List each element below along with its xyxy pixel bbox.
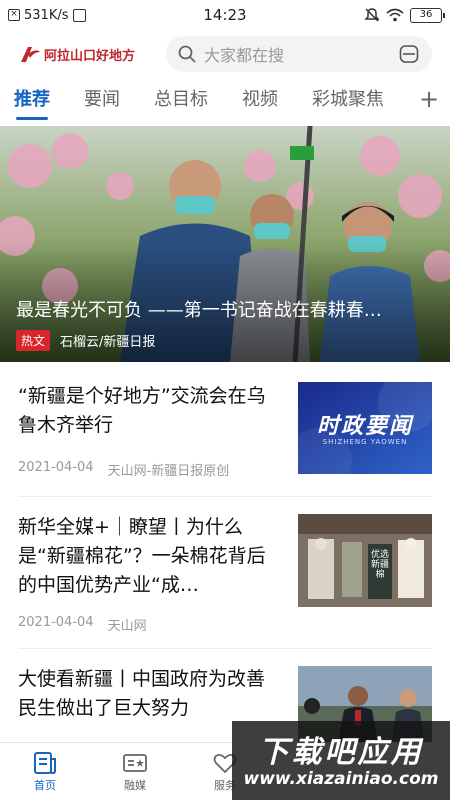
article-source: 天山网-新疆日报原创: [107, 464, 230, 479]
app-header: 阿拉山口好地方 大家都在搜: [0, 34, 450, 74]
tab-headlines[interactable]: 要闻: [84, 82, 120, 120]
app-logo: 阿拉山口好地方: [18, 44, 158, 64]
nav-home[interactable]: 首页: [0, 743, 90, 800]
tab-caicheng-focus[interactable]: 彩城聚焦: [312, 82, 384, 120]
search-placeholder: 大家都在搜: [204, 46, 285, 65]
hero-meta: 热文 石榴云/新疆日报: [16, 330, 155, 351]
tab-overall-goal[interactable]: 总目标: [154, 82, 208, 120]
nav-media-label: 融媒: [124, 778, 146, 792]
logo-mark-icon: [21, 47, 40, 62]
search-icon: [178, 45, 196, 63]
add-channel-icon[interactable]: +: [418, 86, 440, 112]
watermark-url: www.xiazainiao.com: [243, 769, 439, 789]
article-date: 2021-04-04: [18, 460, 94, 475]
article-item[interactable]: “新疆是个好地方”交流会在乌鲁木齐举行 2021-04-04 天山网-新疆日报原…: [0, 362, 450, 497]
media-card-icon: [123, 753, 147, 772]
close-notification-icon: ×: [8, 9, 20, 21]
logo-text: 阿拉山口好地方: [44, 48, 136, 64]
article-thumbnail[interactable]: 优选新疆棉: [298, 514, 432, 607]
clock: 14:23: [203, 6, 247, 24]
network-speed: 531K/s: [24, 7, 69, 23]
hero-banner[interactable]: 最是春光不可负 ——第一书记奋战在春耕春… 热文 石榴云/新疆日报: [0, 126, 450, 362]
thumbnail-sign: 优选新疆棉: [370, 550, 389, 580]
home-news-icon: [34, 751, 56, 774]
app-notification-icon: [72, 8, 86, 22]
article-meta: 2021-04-04 天山网-新疆日报原创: [18, 460, 229, 479]
article-title[interactable]: “新疆是个好地方”交流会在乌鲁木齐举行: [18, 382, 280, 440]
wifi-icon: [386, 8, 404, 22]
watermark: 下载吧应用 www.xiazainiao.com: [232, 721, 450, 800]
tab-video[interactable]: 视频: [242, 82, 278, 120]
article-meta: 2021-04-04 天山网: [18, 615, 147, 634]
hot-tag: 热文: [16, 330, 51, 351]
tab-recommend[interactable]: 推荐: [14, 82, 50, 120]
search-bar[interactable]: 大家都在搜: [166, 36, 432, 72]
mute-icon: [364, 8, 380, 22]
battery-icon: 36: [410, 7, 445, 23]
status-bar: × 531K/s 14:23 36: [0, 0, 450, 30]
hero-title[interactable]: 最是春光不可负 ——第一书记奋战在春耕春…: [16, 296, 434, 322]
watermark-title: 下载吧应用: [258, 735, 424, 770]
article-date: 2021-04-04: [18, 615, 94, 630]
article-title[interactable]: 大使看新疆丨中国政府为改善民生做出了巨大努力: [18, 665, 280, 723]
cotton-store-thumbnail-image: [298, 514, 432, 607]
hero-source: 石榴云/新疆日报: [60, 335, 156, 350]
nav-home-label: 首页: [34, 778, 56, 792]
article-source: 天山网: [107, 619, 147, 634]
scan-icon[interactable]: [398, 43, 420, 65]
thumbnail-heading: 时政要闻: [316, 414, 413, 439]
nav-media[interactable]: 融媒: [90, 743, 180, 800]
thumbnail-subheading: SHIZHENG YAOWEN: [322, 438, 408, 446]
article-title[interactable]: 新华全媒+｜瞭望丨为什么是“新疆棉花”？一朵棉花背后的中国优势产业“成…: [18, 513, 280, 600]
article-thumbnail[interactable]: 时政要闻 SHIZHENG YAOWEN: [298, 382, 432, 474]
article-item[interactable]: 新华全媒+｜瞭望丨为什么是“新疆棉花”？一朵棉花背后的中国优势产业“成… 202…: [0, 497, 450, 649]
